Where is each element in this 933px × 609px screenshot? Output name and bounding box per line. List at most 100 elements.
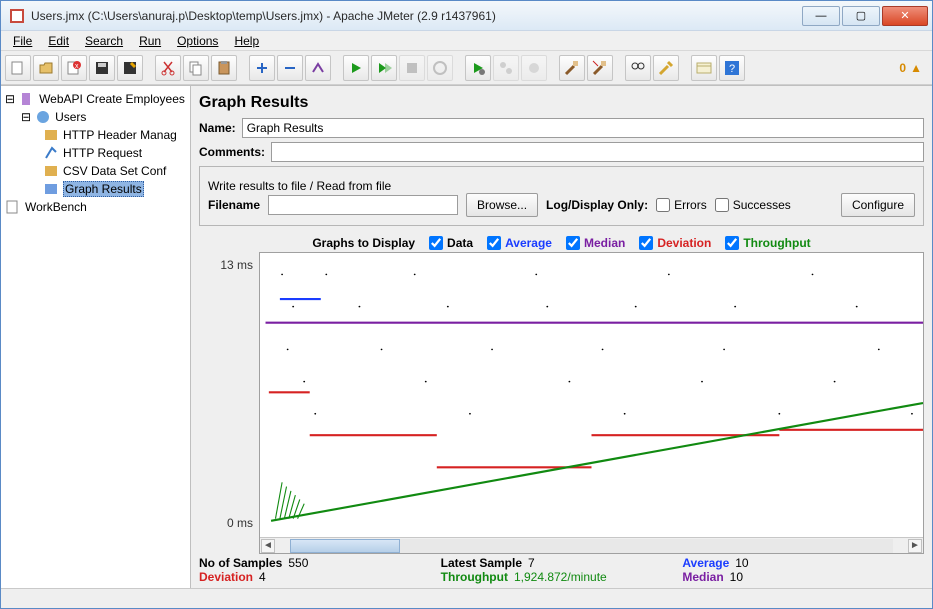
stat-throughput-v: 1,924.872/minute <box>514 570 607 584</box>
stop-icon[interactable] <box>399 55 425 81</box>
shutdown-remote-icon[interactable] <box>521 55 547 81</box>
config-icon <box>43 127 59 143</box>
filename-field[interactable] <box>268 195 458 215</box>
testplan-icon <box>19 91 35 107</box>
app-icon <box>9 8 25 24</box>
stat-average-k: Average <box>682 556 729 570</box>
expand-handle[interactable]: ⊟ <box>21 110 31 124</box>
file-group: Write results to file / Read from file F… <box>199 166 924 226</box>
stop-remote-icon[interactable] <box>493 55 519 81</box>
expand-icon[interactable] <box>249 55 275 81</box>
minimize-button[interactable]: — <box>802 6 840 26</box>
plot-h-scrollbar[interactable]: ◄ ► <box>260 537 923 553</box>
y-max: 13 ms <box>220 258 253 272</box>
chk-throughput[interactable]: Throughput <box>725 236 810 250</box>
tree-csv-data[interactable]: CSV Data Set Conf <box>3 162 188 180</box>
thread-count: 0 <box>899 61 906 75</box>
csv-icon <box>43 163 59 179</box>
help-icon[interactable]: ? <box>719 55 745 81</box>
sampler-icon <box>43 145 59 161</box>
shutdown-icon[interactable] <box>427 55 453 81</box>
start-icon[interactable] <box>343 55 369 81</box>
panel-title: Graph Results <box>199 94 924 112</box>
graphs-to-display: Graphs to Display Data Average Median De… <box>199 236 924 250</box>
configure-button[interactable]: Configure <box>841 193 915 217</box>
filename-label: Filename <box>208 198 260 212</box>
menubar: File Edit Search Run Options Help <box>1 31 932 51</box>
menu-file[interactable]: File <box>7 33 38 49</box>
comments-field[interactable] <box>271 142 924 162</box>
workbench-icon <box>5 199 21 215</box>
menu-edit[interactable]: Edit <box>42 33 75 49</box>
test-plan-tree[interactable]: ⊟ WebAPI Create Employees ⊟ Users HTTP H… <box>1 86 191 588</box>
listener-icon <box>43 181 59 197</box>
tree-workbench[interactable]: WorkBench <box>3 198 188 216</box>
menu-search[interactable]: Search <box>79 33 129 49</box>
cut-icon[interactable] <box>155 55 181 81</box>
tree-http-request[interactable]: HTTP Request <box>3 144 188 162</box>
chk-median[interactable]: Median <box>566 236 625 250</box>
file-group-legend: Write results to file / Read from file <box>208 179 391 193</box>
errors-checkbox[interactable]: Errors <box>656 198 707 212</box>
window-title: Users.jmx (C:\Users\anuraj.p\Desktop\tem… <box>31 9 802 23</box>
toggle-icon[interactable] <box>305 55 331 81</box>
scroll-left-arrow[interactable]: ◄ <box>261 539 275 553</box>
name-field[interactable] <box>242 118 924 138</box>
maximize-button[interactable]: ▢ <box>842 6 880 26</box>
collapse-icon[interactable] <box>277 55 303 81</box>
name-label: Name: <box>199 121 236 135</box>
function-helper-icon[interactable] <box>691 55 717 81</box>
stat-samples-v: 550 <box>288 556 308 570</box>
copy-icon[interactable] <box>183 55 209 81</box>
log-display-label: Log/Display Only: <box>546 198 648 212</box>
expand-handle[interactable]: ⊟ <box>5 92 15 106</box>
y-min: 0 ms <box>227 516 253 530</box>
stat-samples-k: No of Samples <box>199 556 282 570</box>
browse-button[interactable]: Browse... <box>466 193 538 217</box>
svg-text:?: ? <box>729 63 735 75</box>
close-template-icon[interactable]: x <box>61 55 87 81</box>
search-icon[interactable] <box>625 55 651 81</box>
main-panel: Graph Results Name: Comments: Write resu… <box>191 86 932 588</box>
chk-average[interactable]: Average <box>487 236 552 250</box>
clear-all-icon[interactable] <box>587 55 613 81</box>
data-dots <box>281 274 913 415</box>
tree-graph-results[interactable]: Graph Results <box>3 180 188 198</box>
stat-deviation-k: Deviation <box>199 570 253 584</box>
chk-data[interactable]: Data <box>429 236 473 250</box>
stat-latest-k: Latest Sample <box>441 556 522 570</box>
stats-row: No of Samples 550 Latest Sample 7 Average 1… <box>199 554 924 584</box>
menu-run[interactable]: Run <box>133 33 167 49</box>
statusbar <box>1 588 932 608</box>
tree-header-manager[interactable]: HTTP Header Manag <box>3 126 188 144</box>
stat-latest-v: 7 <box>528 556 535 570</box>
tree-thread-group[interactable]: ⊟ Users <box>3 108 188 126</box>
stat-median-k: Median <box>682 570 723 584</box>
titlebar: Users.jmx (C:\Users\anuraj.p\Desktop\tem… <box>1 1 932 31</box>
warning-icon: ▲ <box>910 61 922 75</box>
paste-icon[interactable] <box>211 55 237 81</box>
comments-label: Comments: <box>199 145 265 159</box>
start-no-timers-icon[interactable] <box>371 55 397 81</box>
graphs-label: Graphs to Display <box>312 236 415 250</box>
stat-throughput-k: Throughput <box>441 570 508 584</box>
app-window: Users.jmx (C:\Users\anuraj.p\Desktop\tem… <box>0 0 933 609</box>
scroll-thumb[interactable] <box>290 539 400 553</box>
save-as-icon[interactable] <box>117 55 143 81</box>
start-remote-icon[interactable] <box>465 55 491 81</box>
successes-checkbox[interactable]: Successes <box>715 198 791 212</box>
plot-canvas: ◄ ► <box>259 252 924 554</box>
tree-root[interactable]: ⊟ WebAPI Create Employees <box>3 90 188 108</box>
close-button[interactable]: ✕ <box>882 6 928 26</box>
chk-deviation[interactable]: Deviation <box>639 236 711 250</box>
menu-options[interactable]: Options <box>171 33 224 49</box>
save-icon[interactable] <box>89 55 115 81</box>
open-icon[interactable] <box>33 55 59 81</box>
stat-deviation-v: 4 <box>259 570 266 584</box>
menu-help[interactable]: Help <box>228 33 265 49</box>
new-icon[interactable] <box>5 55 31 81</box>
clear-icon[interactable] <box>559 55 585 81</box>
reset-search-icon[interactable] <box>653 55 679 81</box>
toolbar: x ? 0 ▲ <box>1 51 932 85</box>
scroll-right-arrow[interactable]: ► <box>908 539 922 553</box>
